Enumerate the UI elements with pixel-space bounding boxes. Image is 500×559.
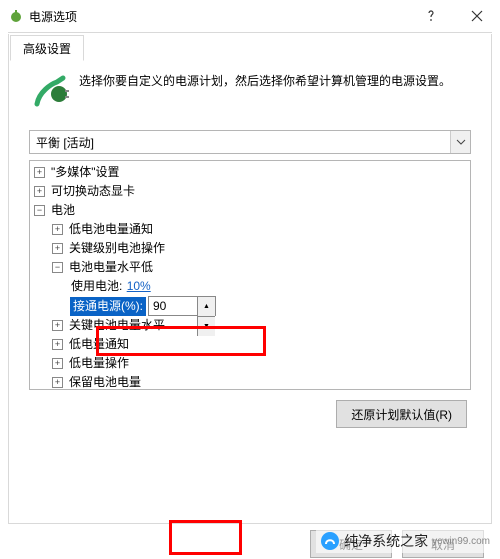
watermark-icon [320,531,340,551]
tree-item-low-notify[interactable]: + 低电池电量通知 [30,220,470,239]
tree-item-critical-level[interactable]: + 关键电池电量水平 [30,316,470,335]
tree-item-battery[interactable]: − 电池 [30,201,470,220]
restore-defaults-button[interactable]: 还原计划默认值(R) [336,400,467,428]
on-battery-value[interactable]: 10% [127,277,151,296]
tree-item-reserve[interactable]: + 保留电池电量 [30,373,470,390]
power-options-window: 电源选项 高级设置 选择你要自定义的电源计划，然后 [0,0,500,559]
plugged-in-label: 接通电源(%): [70,297,146,316]
tree-item-low-notify2[interactable]: + 低电量通知 [30,335,470,354]
settings-tree[interactable]: + "多媒体"设置 + 可切换动态显卡 − 电池 + 低电池电量通知 [29,160,471,390]
power-icon [8,8,24,24]
watermark: 纯净系统之家 ycwin99.com [316,529,494,553]
window-title: 电源选项 [29,8,77,25]
chevron-down-icon[interactable] [450,131,470,153]
plugged-in-spinbox[interactable]: ▲ ▼ [148,296,216,316]
watermark-brand: 纯净系统之家 [344,531,428,551]
tree-item-on-battery[interactable]: 使用电池: 10% [30,277,470,296]
tree-item-critical-action[interactable]: + 关键级别电池操作 [30,239,470,258]
plan-dropdown[interactable]: 平衡 [活动] [29,130,471,154]
tree-item-low-level[interactable]: − 电池电量水平低 [30,258,470,277]
spin-up-icon[interactable]: ▲ [197,297,215,317]
plan-dropdown-value: 平衡 [活动] [30,134,450,151]
expand-icon[interactable]: + [52,377,63,388]
description-text: 选择你要自定义的电源计划，然后选择你希望计算机管理的电源设置。 [79,72,451,91]
tree-item-switchable-gpu[interactable]: + 可切换动态显卡 [30,182,470,201]
expand-icon[interactable]: + [34,186,45,197]
close-button[interactable] [454,0,500,32]
tree-item-plugged-in[interactable]: 接通电源(%): ▲ ▼ [30,296,470,316]
spin-down-icon[interactable]: ▼ [197,317,215,336]
tab-panel: 高级设置 选择你要自定义的电源计划，然后选择你希望计算机管理的电源设置。 平衡 … [8,34,492,524]
tree-item-low-action[interactable]: + 低电量操作 [30,354,470,373]
tab-strip: 高级设置 [8,32,492,60]
expand-icon[interactable]: + [52,358,63,369]
collapse-icon[interactable]: − [52,262,63,273]
collapse-icon[interactable]: − [34,205,45,216]
watermark-url: ycwin99.com [432,536,490,547]
tree-item-multimedia[interactable]: + "多媒体"设置 [30,163,470,182]
help-button[interactable] [408,0,454,32]
titlebar: 电源选项 [0,0,500,32]
expand-icon[interactable]: + [52,320,63,331]
expand-icon[interactable]: + [52,339,63,350]
tab-advanced[interactable]: 高级设置 [10,35,84,61]
expand-icon[interactable]: + [52,243,63,254]
expand-icon[interactable]: + [52,224,63,235]
power-plan-icon [29,72,69,112]
expand-icon[interactable]: + [34,167,45,178]
plugged-in-input[interactable] [149,297,197,315]
